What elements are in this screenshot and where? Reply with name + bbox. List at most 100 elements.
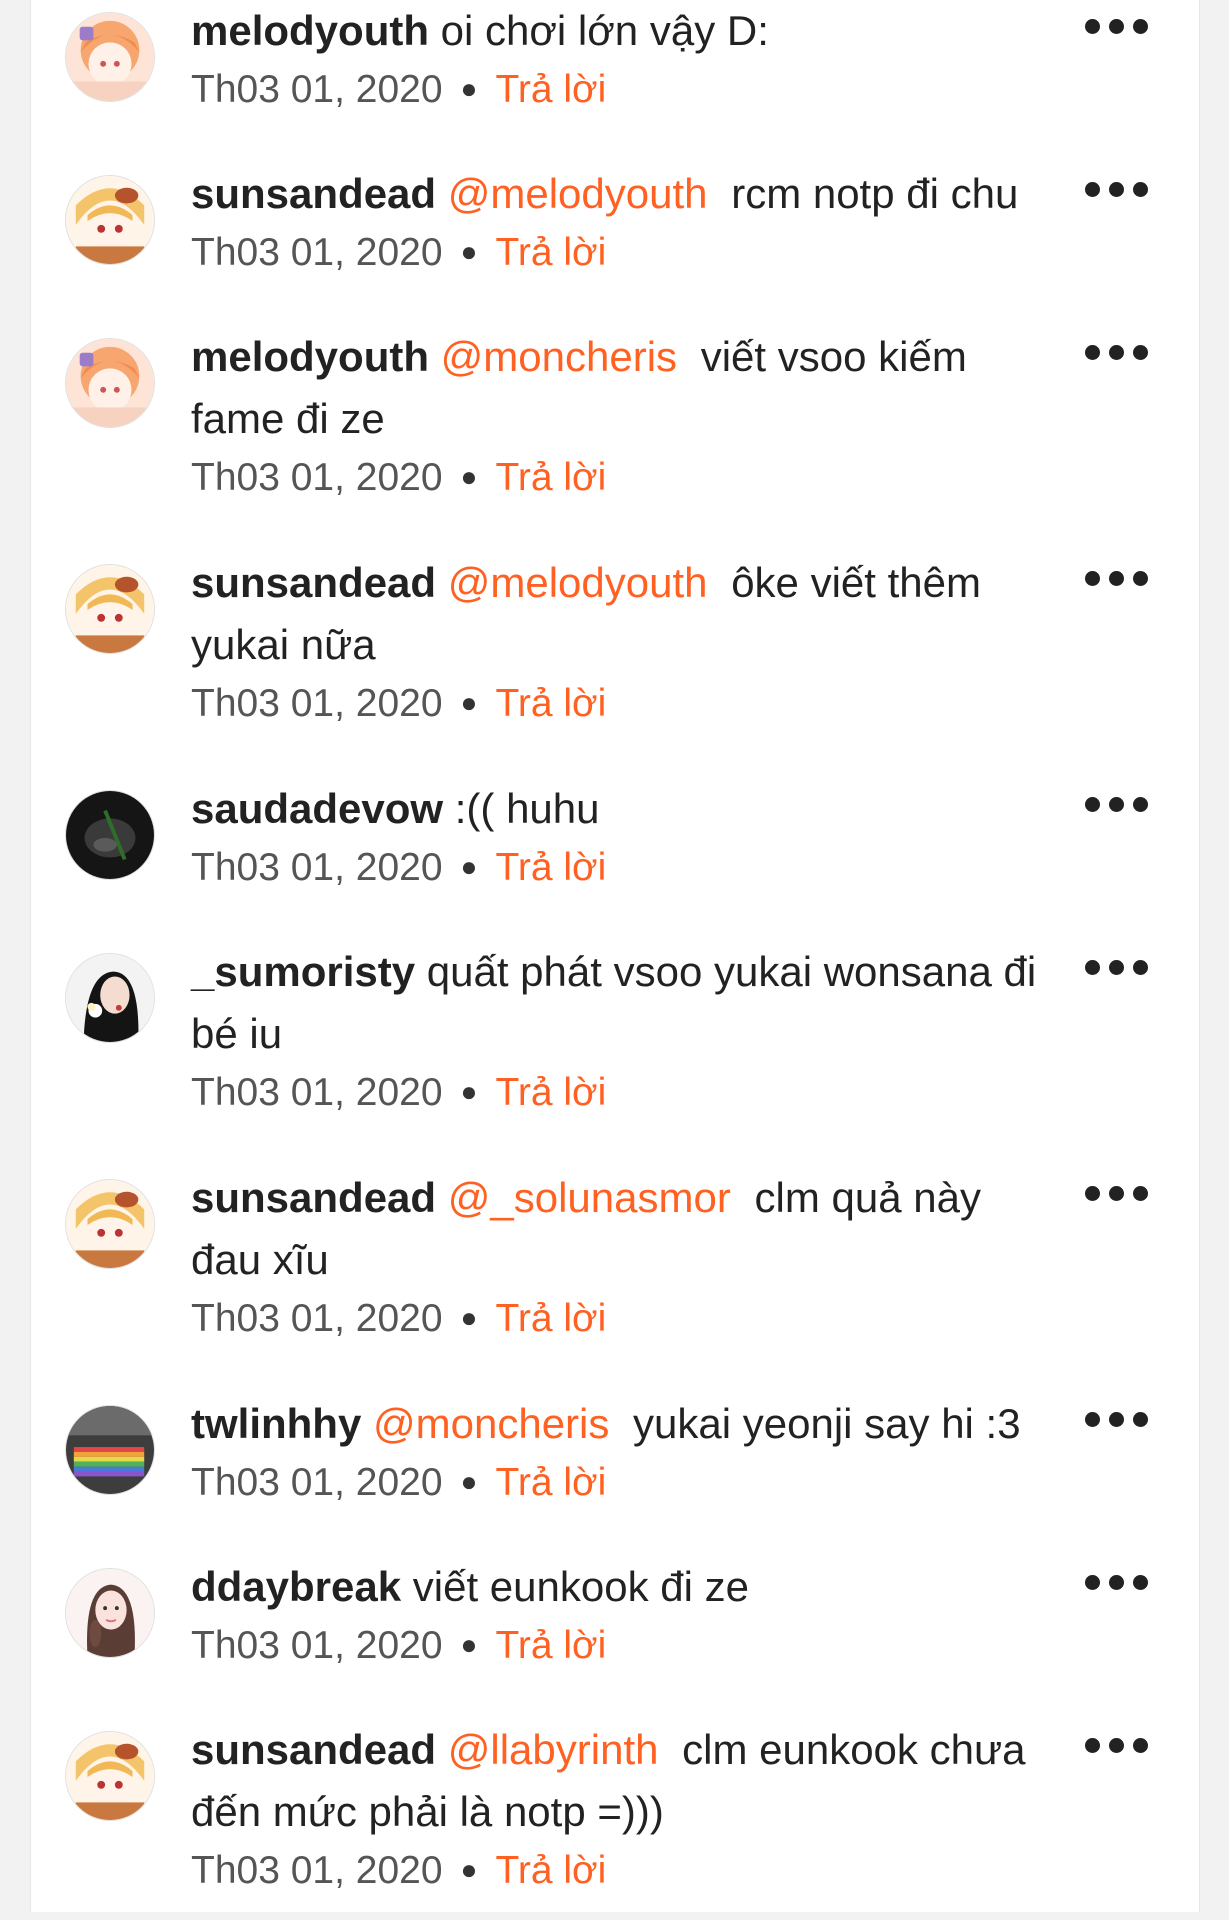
more-dot [1132, 181, 1148, 197]
comment-date: Th03 01, 2020 [191, 1297, 443, 1340]
more-dot [1108, 959, 1124, 975]
more-horizontal-icon[interactable] [1071, 558, 1161, 598]
avatar[interactable] [65, 1731, 155, 1821]
more-dot [1108, 570, 1124, 586]
reply-button[interactable]: Trả lời [495, 682, 606, 725]
comment-body: viết eunkook đi ze [412, 1563, 749, 1610]
mention-link[interactable]: @moncheris [441, 333, 677, 380]
comment-text: _sumoristy quất phát vsoo yukai wonsana … [191, 941, 1051, 1065]
more-dot [1084, 959, 1100, 975]
username-link[interactable]: melodyouth [191, 333, 429, 380]
avatar[interactable] [65, 1179, 155, 1269]
more-dot [1132, 570, 1148, 586]
separator-dot-icon: ● [460, 851, 478, 882]
comment-content: melodyouth @moncheris viết vsoo kiếm fam… [191, 326, 1051, 503]
comment-meta: Th03 01, 2020 ● Trả lời [191, 842, 1051, 893]
more-dot [1084, 18, 1100, 34]
separator-dot-icon: ● [460, 73, 478, 104]
separator-dot-icon: ● [460, 1629, 478, 1660]
mention-link[interactable]: @melodyouth [448, 170, 708, 217]
comment-meta: Th03 01, 2020 ● Trả lời [191, 1293, 1051, 1344]
comment-meta: Th03 01, 2020 ● Trả lời [191, 1067, 1051, 1118]
more-dot [1084, 1574, 1100, 1590]
avatar[interactable] [65, 953, 155, 1043]
comment-body: oi chơi lớn vậy D: [440, 7, 769, 54]
comment-content: sunsandead @_solunasmor clm quả này đau … [191, 1167, 1051, 1344]
more-horizontal-icon[interactable] [1071, 1562, 1161, 1602]
more-dot [1108, 796, 1124, 812]
more-horizontal-icon[interactable] [1071, 6, 1161, 46]
comment-content: _sumoristy quất phát vsoo yukai wonsana … [191, 941, 1051, 1118]
avatar[interactable] [65, 564, 155, 654]
comment-text: sunsandead @_solunasmor clm quả này đau … [191, 1167, 1051, 1291]
username-link[interactable]: sunsandead [191, 1726, 436, 1773]
more-dot [1084, 344, 1100, 360]
comment-text: melodyouth @moncheris viết vsoo kiếm fam… [191, 326, 1051, 450]
more-dot [1108, 1185, 1124, 1201]
avatar[interactable] [65, 12, 155, 102]
comment-body: yukai yeonji say hi :3 [633, 1400, 1021, 1447]
comment-meta: Th03 01, 2020 ● Trả lời [191, 452, 1051, 503]
reply-button[interactable]: Trả lời [495, 1071, 606, 1114]
username-link[interactable]: sunsandead [191, 1174, 436, 1221]
more-dot [1132, 1574, 1148, 1590]
comment-text: twlinhhy @moncheris yukai yeonji say hi … [191, 1393, 1051, 1455]
username-link[interactable]: sunsandead [191, 559, 436, 606]
comment-content: sunsandead @melodyouth ôke viết thêm yuk… [191, 552, 1051, 729]
reply-button[interactable]: Trả lời [495, 68, 606, 111]
more-dot [1108, 18, 1124, 34]
more-dot [1084, 1411, 1100, 1427]
more-dot [1108, 1411, 1124, 1427]
more-dot [1108, 1737, 1124, 1753]
more-horizontal-icon[interactable] [1071, 1173, 1161, 1213]
comment-date: Th03 01, 2020 [191, 1849, 443, 1892]
reply-button[interactable]: Trả lời [495, 1461, 606, 1504]
mention-link[interactable]: @_solunasmor [448, 1174, 731, 1221]
more-dot [1108, 181, 1124, 197]
more-horizontal-icon[interactable] [1071, 1399, 1161, 1439]
avatar[interactable] [65, 338, 155, 428]
comment-body: rcm notp đi chu [731, 170, 1019, 217]
avatar[interactable] [65, 1568, 155, 1658]
reply-button[interactable]: Trả lời [495, 1297, 606, 1340]
mention-link[interactable]: @llabyrinth [448, 1726, 659, 1773]
comment-text: ddaybreak viết eunkook đi ze [191, 1556, 1051, 1618]
comment-date: Th03 01, 2020 [191, 846, 443, 889]
avatar[interactable] [65, 175, 155, 265]
more-dot [1084, 1737, 1100, 1753]
username-link[interactable]: ddaybreak [191, 1563, 401, 1610]
mention-link[interactable]: @melodyouth [448, 559, 708, 606]
reply-button[interactable]: Trả lời [495, 231, 606, 274]
more-horizontal-icon[interactable] [1071, 947, 1161, 987]
username-link[interactable]: twlinhhy [191, 1400, 361, 1447]
comment-content: ddaybreak viết eunkook đi ze Th03 01, 202… [191, 1556, 1051, 1671]
more-dot [1084, 796, 1100, 812]
username-link[interactable]: melodyouth [191, 7, 429, 54]
comment-meta: Th03 01, 2020 ● Trả lời [191, 1620, 1051, 1671]
username-link[interactable]: sunsandead [191, 170, 436, 217]
more-dot [1132, 1411, 1148, 1427]
comment-text: sunsandead @llabyrinth clm eunkook chưa … [191, 1719, 1051, 1843]
more-dot [1084, 181, 1100, 197]
comment-content: melodyouth oi chơi lớn vậy D: Th03 01, 20… [191, 0, 1051, 115]
username-link[interactable]: saudadevow [191, 785, 443, 832]
avatar[interactable] [65, 790, 155, 880]
more-dot [1132, 959, 1148, 975]
comment-content: sunsandead @melodyouth rcm notp đi chu Th… [191, 163, 1051, 278]
more-horizontal-icon[interactable] [1071, 784, 1161, 824]
reply-button[interactable]: Trả lời [495, 1624, 606, 1667]
comment-text: melodyouth oi chơi lớn vậy D: [191, 0, 1051, 62]
more-horizontal-icon[interactable] [1071, 1725, 1161, 1765]
username-link[interactable]: _sumoristy [191, 948, 415, 995]
comment-date: Th03 01, 2020 [191, 456, 443, 499]
mention-link[interactable]: @moncheris [373, 1400, 609, 1447]
more-horizontal-icon[interactable] [1071, 332, 1161, 372]
reply-button[interactable]: Trả lời [495, 456, 606, 499]
reply-button[interactable]: Trả lời [495, 1849, 606, 1892]
more-dot [1108, 1574, 1124, 1590]
more-horizontal-icon[interactable] [1071, 169, 1161, 209]
comment-meta: Th03 01, 2020 ● Trả lời [191, 1845, 1051, 1896]
reply-button[interactable]: Trả lời [495, 846, 606, 889]
avatar[interactable] [65, 1405, 155, 1495]
comment-content: sunsandead @llabyrinth clm eunkook chưa … [191, 1719, 1051, 1896]
